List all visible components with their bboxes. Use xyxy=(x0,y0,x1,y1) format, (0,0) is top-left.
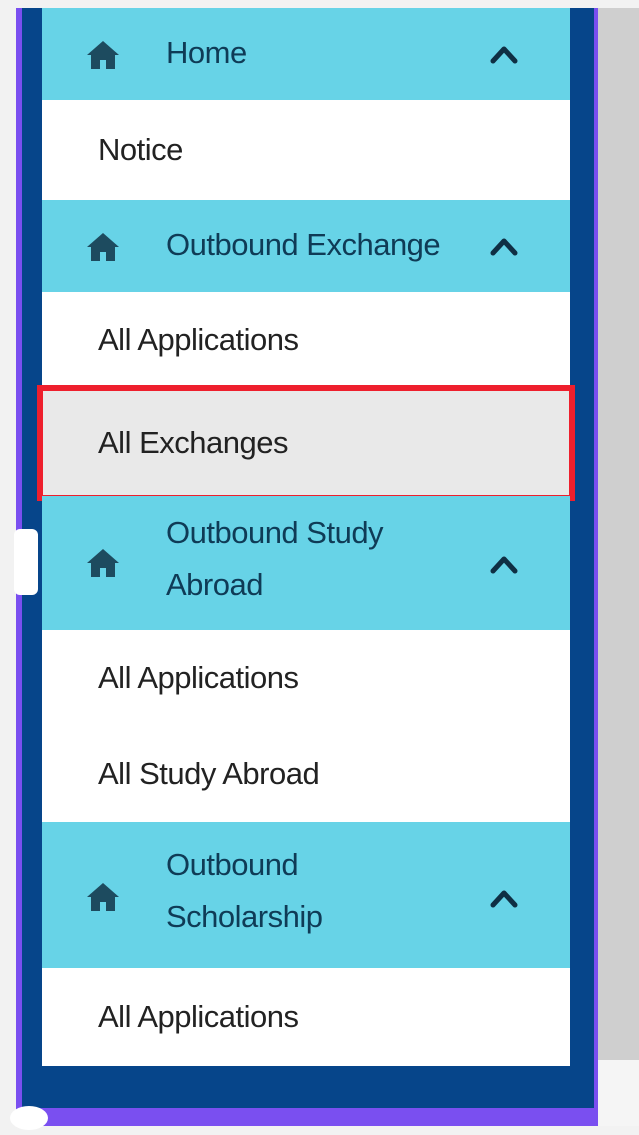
section-title-line1: Outbound xyxy=(166,847,299,882)
section-title-line2: Abroad xyxy=(166,567,263,602)
section-header-home[interactable]: Home xyxy=(42,8,570,100)
menu-item-notice[interactable]: Notice xyxy=(42,100,570,200)
sidebar-menu: Home Notice Outbound Exchange All Applic… xyxy=(37,8,575,1066)
corner-resize-handle[interactable] xyxy=(10,1106,48,1130)
menu-item-label: All Exchanges xyxy=(98,425,288,460)
home-icon xyxy=(86,882,120,912)
menu-item-label: All Applications xyxy=(98,999,299,1034)
menu-item-all-study-abroad[interactable]: All Study Abroad xyxy=(42,726,570,822)
chevron-up-icon[interactable] xyxy=(490,888,518,908)
section-title-line1: Outbound Study xyxy=(166,515,384,550)
menu-item-label: All Applications xyxy=(98,660,299,695)
home-icon xyxy=(86,232,120,262)
menu-item-all-applications[interactable]: All Applications xyxy=(42,968,570,1066)
menu-item-label: Notice xyxy=(98,132,183,167)
resize-handle[interactable] xyxy=(14,529,38,595)
content-pane xyxy=(598,8,639,1060)
chevron-up-icon[interactable] xyxy=(490,236,518,256)
home-icon xyxy=(86,40,120,70)
content-pane-footer xyxy=(598,1060,639,1126)
section-header-outbound-exchange[interactable]: Outbound Exchange xyxy=(42,200,570,292)
home-icon xyxy=(86,548,120,578)
section-title-outbound-exchange: Outbound Exchange xyxy=(166,227,441,262)
menu-item-all-applications[interactable]: All Applications xyxy=(42,630,570,726)
section-title-home: Home xyxy=(166,35,247,70)
menu-item-all-exchanges[interactable]: All Exchanges xyxy=(37,385,575,501)
menu-item-all-applications[interactable]: All Applications xyxy=(42,292,570,388)
section-header-outbound-study-abroad[interactable]: Outbound Study Abroad xyxy=(42,496,570,630)
section-title-line2: Scholarship xyxy=(166,899,323,934)
menu-item-label: All Study Abroad xyxy=(98,756,320,791)
chevron-up-icon[interactable] xyxy=(490,44,518,64)
menu-item-label: All Applications xyxy=(98,322,299,357)
section-header-outbound-scholarship[interactable]: Outbound Scholarship xyxy=(42,822,570,968)
chevron-up-icon[interactable] xyxy=(490,554,518,574)
